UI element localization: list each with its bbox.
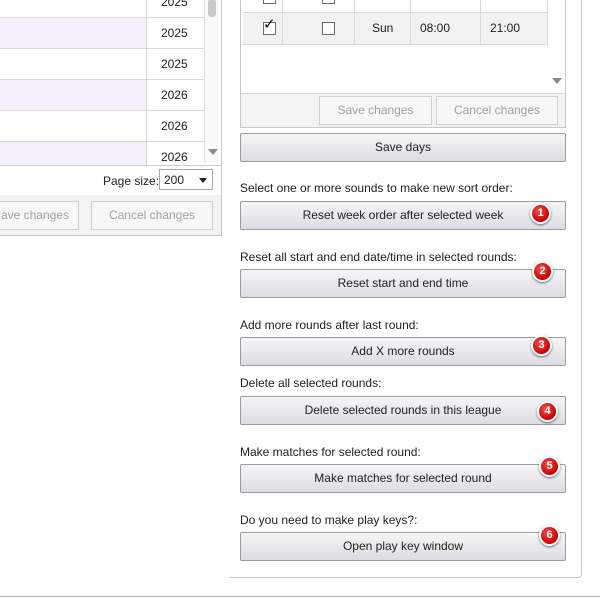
year-cell: 2026 xyxy=(161,119,188,133)
step-badge-4: 4 xyxy=(537,401,558,422)
section-label-reset-week-order: Select one or more sounds to make new so… xyxy=(240,181,513,195)
end-time-cell[interactable]: 21:00 xyxy=(481,13,548,44)
checkbox[interactable] xyxy=(263,0,276,4)
days-panel: ✓ Sun 08:00 21:00 Save changes Cancel ch… xyxy=(240,0,566,128)
table-row xyxy=(243,0,548,13)
table-row[interactable]: 2025 xyxy=(0,49,207,80)
table-row[interactable]: 2026 xyxy=(0,80,207,111)
page-size-label: Page size: xyxy=(103,174,160,188)
delete-selected-rounds-button[interactable]: Delete selected rounds in this league xyxy=(240,396,566,425)
reset-week-order-button[interactable]: Reset week order after selected week xyxy=(240,201,566,230)
scroll-down-icon[interactable] xyxy=(208,149,218,155)
day-cell: Sun xyxy=(355,13,411,44)
open-play-key-window-button[interactable]: Open play key window xyxy=(240,532,566,561)
add-more-rounds-button[interactable]: Add X more rounds xyxy=(240,337,566,366)
section-label-play-keys: Do you need to make play keys?: xyxy=(240,513,418,527)
save-days-button[interactable]: Save days xyxy=(240,133,566,162)
section-label-delete-rounds: Delete all selected rounds: xyxy=(240,376,382,390)
table-row[interactable]: 2026 xyxy=(0,111,207,142)
scroll-down-icon[interactable] xyxy=(552,78,562,84)
year-cell: 2026 xyxy=(161,88,188,102)
rounds-grid-scrollbar[interactable] xyxy=(204,0,219,163)
check-icon: ✓ xyxy=(263,15,276,33)
days-save-changes-button[interactable]: Save changes xyxy=(319,96,432,125)
table-row[interactable]: ✓ Sun 08:00 21:00 xyxy=(243,13,548,45)
rounds-button-bar: ave changes Cancel changes xyxy=(0,195,221,235)
chevron-down-icon xyxy=(199,178,207,183)
year-cell: 2025 xyxy=(161,57,188,71)
step-badge-5: 5 xyxy=(539,456,560,477)
rounds-grid: 2025 2025 2025 2026 2026 2026 xyxy=(0,0,207,165)
rounds-panel: 2025 2025 2025 2026 2026 2026 Page size:… xyxy=(0,0,222,236)
days-cancel-changes-button[interactable]: Cancel changes xyxy=(436,96,558,125)
scrollbar-thumb[interactable] xyxy=(208,0,216,17)
step-badge-1: 1 xyxy=(530,203,551,224)
step-badge-6: 6 xyxy=(539,525,560,546)
section-label-reset-times: Reset all start and end date/time in sel… xyxy=(240,250,517,264)
pager-bar: Page size: 200 xyxy=(0,165,221,193)
page-size-select[interactable]: 200 xyxy=(159,169,213,190)
days-grid-scrollbar[interactable] xyxy=(548,0,565,93)
table-row[interactable]: 2026 xyxy=(0,142,207,165)
table-row[interactable]: 2025 xyxy=(0,0,207,18)
make-matches-button[interactable]: Make matches for selected round xyxy=(240,464,566,493)
checkbox[interactable] xyxy=(322,0,335,4)
page-size-value: 200 xyxy=(164,173,185,187)
step-badge-2: 2 xyxy=(532,261,553,282)
start-time-cell[interactable]: 08:00 xyxy=(411,13,481,44)
days-button-bar: Save changes Cancel changes xyxy=(241,93,565,127)
table-row[interactable]: 2025 xyxy=(0,18,207,49)
cancel-changes-button[interactable]: Cancel changes xyxy=(91,201,213,230)
year-cell: 2026 xyxy=(161,150,188,164)
day-active-checkbox[interactable] xyxy=(322,22,335,35)
save-changes-button[interactable]: ave changes xyxy=(0,201,79,230)
days-grid: ✓ Sun 08:00 21:00 xyxy=(243,0,548,93)
bottom-divider xyxy=(0,596,600,597)
section-label-add-rounds: Add more rounds after last round: xyxy=(240,318,419,332)
day-selected-checkbox[interactable]: ✓ xyxy=(263,17,276,35)
section-label-make-matches: Make matches for selected round: xyxy=(240,445,421,459)
year-cell: 2025 xyxy=(161,0,188,9)
step-badge-3: 3 xyxy=(531,335,552,356)
year-cell: 2025 xyxy=(161,26,188,40)
reset-start-end-time-button[interactable]: Reset start and end time xyxy=(240,269,566,298)
